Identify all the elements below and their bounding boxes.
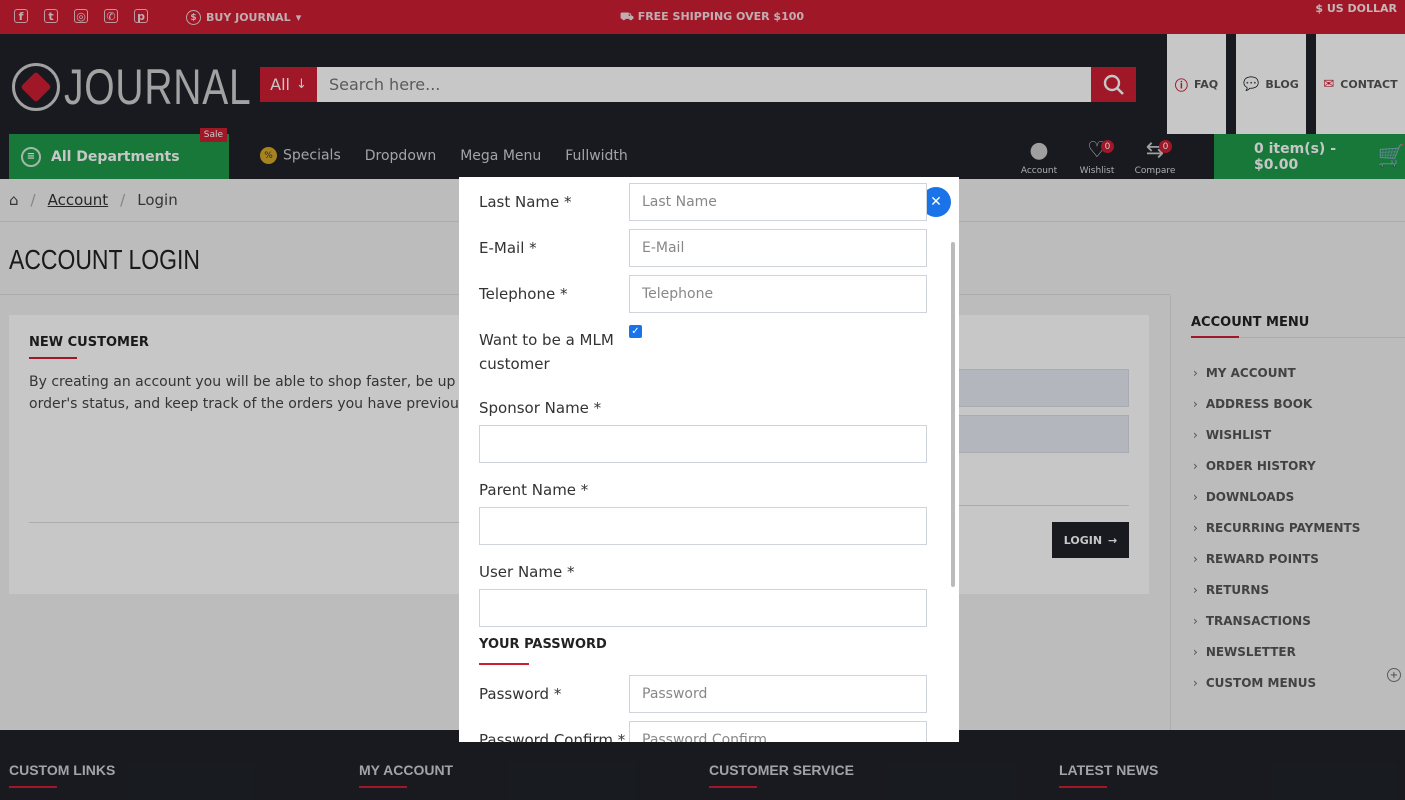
password-confirm-label: Password Confirm * xyxy=(479,731,626,742)
password-input[interactable]: Password xyxy=(629,675,927,713)
mlm-label: Want to be a MLM customer xyxy=(479,331,614,373)
modal-scrollbar[interactable] xyxy=(951,242,955,587)
user-name-label: User Name * xyxy=(479,563,575,581)
close-icon: ✕ xyxy=(930,194,942,210)
mlm-checkbox[interactable]: ✓ xyxy=(629,325,642,338)
sponsor-name-input[interactable] xyxy=(479,425,927,463)
sponsor-name-label: Sponsor Name * xyxy=(479,399,602,417)
user-name-input[interactable] xyxy=(479,589,927,627)
telephone-label: Telephone * xyxy=(479,285,568,303)
register-modal: ✕ Last Name * Last Name E-Mail * E-Mail … xyxy=(459,177,959,742)
parent-name-label: Parent Name * xyxy=(479,481,589,499)
parent-name-input[interactable] xyxy=(479,507,927,545)
password-section-title: YOUR PASSWORD xyxy=(479,637,607,652)
telephone-input[interactable]: Telephone xyxy=(629,275,927,313)
email-input[interactable]: E-Mail xyxy=(629,229,927,267)
password-confirm-input[interactable]: Password Confirm xyxy=(629,721,927,742)
check-icon: ✓ xyxy=(631,326,640,337)
last-name-label: Last Name * xyxy=(479,193,572,211)
email-label: E-Mail * xyxy=(479,239,537,257)
last-name-input[interactable]: Last Name xyxy=(629,183,927,221)
password-label: Password * xyxy=(479,685,562,703)
